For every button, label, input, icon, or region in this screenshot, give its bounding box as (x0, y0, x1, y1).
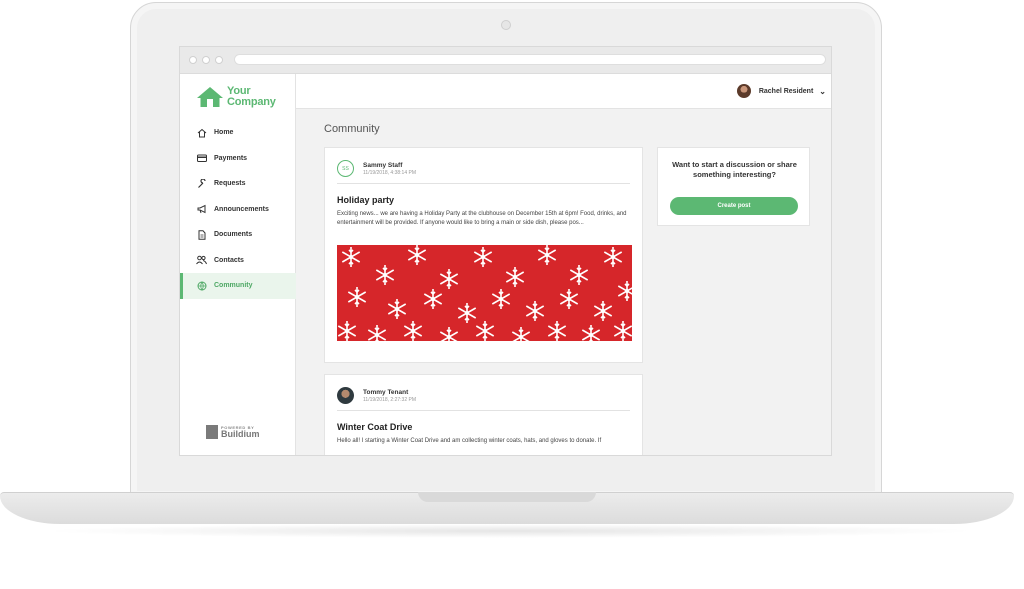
wrench-icon (196, 178, 207, 189)
sidebar-item-label: Contacts (214, 256, 244, 264)
logo-line-2: Company (227, 96, 276, 108)
post-header: SS Sammy Staff 11/19/2018, 4:38:14 PM (337, 160, 416, 177)
sidebar-item-requests[interactable]: Requests (180, 171, 296, 197)
sidebar-item-label: Community (214, 282, 253, 290)
post-date: 11/19/2018, 2:27:32 PM (363, 396, 417, 403)
globe-icon (196, 280, 207, 291)
post-divider (337, 183, 630, 184)
post-card[interactable]: Tommy Tenant 11/19/2018, 2:27:32 PM Wint… (324, 374, 643, 455)
user-menu[interactable]: Rachel Resident ⌄ (736, 84, 826, 98)
create-post-prompt: Want to start a discussion or share some… (672, 160, 797, 179)
window-dot-minimize[interactable] (202, 56, 210, 64)
browser-bar (180, 47, 831, 74)
page-title: Community (324, 123, 380, 135)
window-dot-close[interactable] (189, 56, 197, 64)
sidebar-item-label: Announcements (214, 205, 269, 213)
sidebar-item-announcements[interactable]: Announcements (180, 197, 296, 223)
screen: Your Company Home Payments Requests Anno… (179, 46, 832, 456)
sidebar-item-community[interactable]: Community (180, 273, 296, 299)
company-logo[interactable]: Your Company (196, 86, 276, 108)
sidebar-item-label: Requests (214, 180, 246, 188)
credit-card-icon (196, 153, 207, 164)
user-name: Rachel Resident (758, 87, 814, 95)
contacts-icon (196, 255, 207, 266)
create-post-button[interactable]: Create post (670, 197, 798, 215)
post-author: Tommy Tenant (363, 388, 409, 396)
top-header: Rachel Resident ⌄ (296, 74, 831, 109)
post-header: Tommy Tenant 11/19/2018, 2:27:32 PM (337, 387, 416, 404)
sidebar-item-label: Home (214, 129, 234, 137)
sidebar: Your Company Home Payments Requests Anno… (180, 74, 296, 455)
post-image-snowflakes[interactable] (337, 245, 632, 341)
post-body: Hello all! I starting a Winter Coat Driv… (337, 438, 602, 444)
house-logo-icon (197, 87, 223, 107)
post-card[interactable]: SS Sammy Staff 11/19/2018, 4:38:14 PM Ho… (324, 147, 643, 363)
megaphone-icon (196, 204, 207, 215)
sidebar-item-home[interactable]: Home (180, 120, 296, 146)
snowflake-pattern (337, 245, 632, 341)
buildium-logo-icon (206, 425, 218, 439)
sidebar-item-label: Payments (214, 154, 248, 162)
create-post-card: Want to start a discussion or share some… (657, 147, 810, 226)
home-icon (196, 127, 207, 138)
post-title[interactable]: Winter Coat Drive (337, 422, 412, 432)
powered-by-buildium[interactable]: POWERED BY Buildium (206, 425, 260, 439)
sidebar-item-payments[interactable]: Payments (180, 146, 296, 172)
post-author: Sammy Staff (363, 161, 403, 169)
post-date: 11/19/2018, 4:38:14 PM (363, 169, 417, 176)
chevron-down-icon: ⌄ (819, 86, 826, 96)
address-bar[interactable] (234, 54, 826, 65)
avatar (736, 84, 751, 98)
camera-dot (501, 20, 511, 30)
window-dot-maximize[interactable] (215, 56, 223, 64)
author-initials-avatar: SS (337, 160, 354, 177)
document-icon (196, 229, 207, 240)
sidebar-item-label: Documents (214, 231, 253, 239)
laptop-notch (418, 492, 596, 502)
sidebar-item-documents[interactable]: Documents (180, 222, 296, 248)
post-divider (337, 410, 630, 411)
post-title[interactable]: Holiday party (337, 195, 394, 205)
avatar (337, 387, 354, 404)
laptop-shadow (40, 524, 980, 538)
post-body: Exciting news... we are having a Holiday… (337, 211, 627, 226)
sidebar-item-contacts[interactable]: Contacts (180, 248, 296, 274)
sidebar-nav: Home Payments Requests Announcements Doc… (180, 120, 296, 299)
buildium-wordmark: Buildium (221, 429, 260, 439)
